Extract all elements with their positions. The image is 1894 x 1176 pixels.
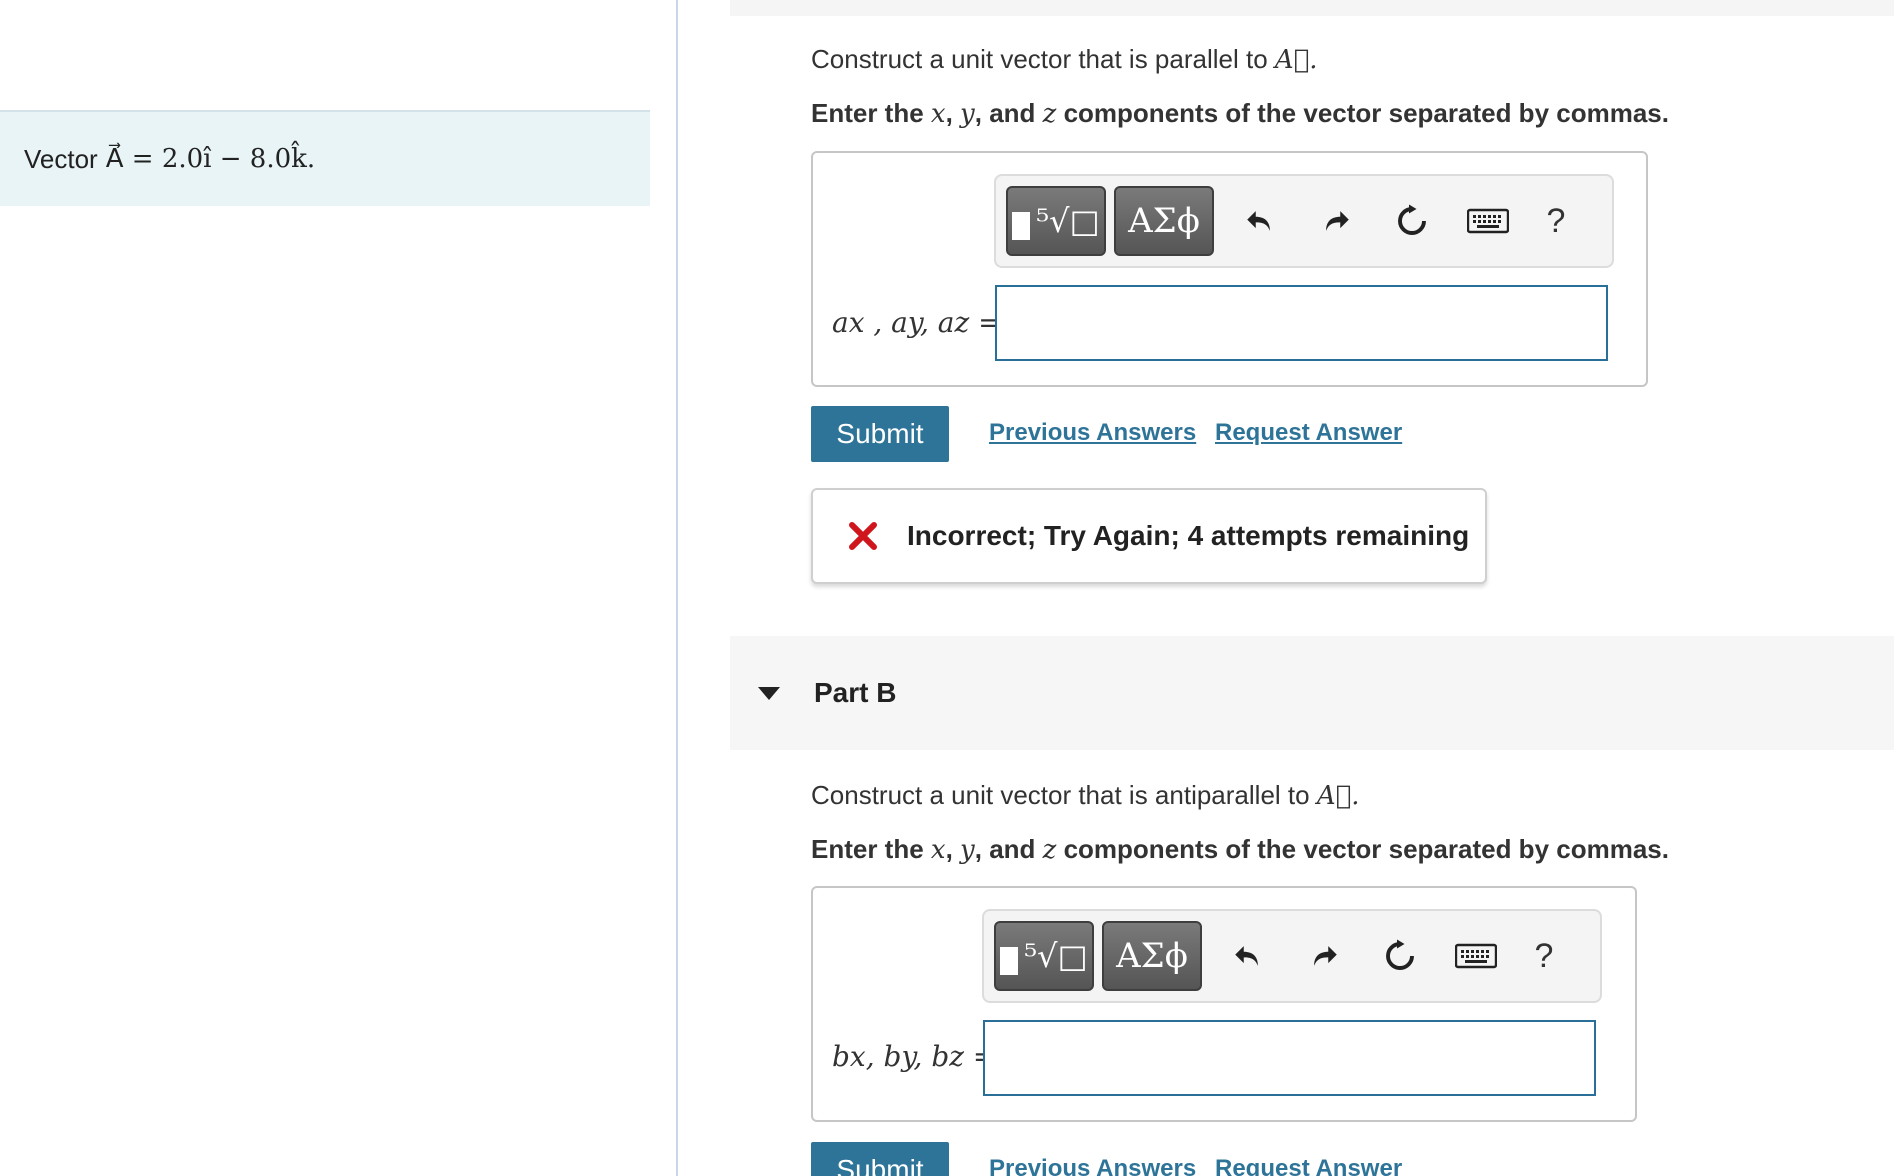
help-button[interactable]: ? bbox=[1514, 921, 1574, 991]
given-expression: A⃗ = 2.0î − 8.0k̂. bbox=[105, 144, 316, 174]
instr-and: , and bbox=[974, 98, 1043, 128]
feedback-box: Incorrect; Try Again; 4 attempts remaini… bbox=[811, 488, 1487, 584]
undo-icon[interactable] bbox=[1210, 921, 1286, 991]
instr-post: components of the vector separated by co… bbox=[1056, 98, 1669, 128]
part-b-variable-label: bx, by, bz = bbox=[832, 1040, 997, 1073]
part-a-prompt-symbol: A⃗. bbox=[1274, 45, 1318, 75]
part-a-answer-input[interactable] bbox=[995, 285, 1608, 361]
reset-icon[interactable] bbox=[1374, 186, 1450, 256]
part-b-instruction: Enter the x, y, and z components of the … bbox=[811, 834, 1669, 865]
feedback-message: Incorrect; Try Again; 4 attempts remaini… bbox=[907, 520, 1470, 551]
part-a-submit-button[interactable]: Submit bbox=[811, 406, 949, 462]
greek-symbols-button[interactable]: ΑΣϕ bbox=[1114, 186, 1214, 256]
part-a-previous-answers-link[interactable]: Previous Answers bbox=[989, 419, 1196, 447]
instr-y: y bbox=[960, 99, 975, 129]
part-b-answer-input[interactable] bbox=[983, 1020, 1596, 1096]
panel-divider bbox=[676, 0, 678, 1176]
part-b-request-answer-link[interactable]: Request Answer bbox=[1215, 1155, 1402, 1176]
help-button[interactable]: ? bbox=[1526, 186, 1586, 256]
templates-icon[interactable]: ⁵√□ bbox=[1006, 186, 1106, 256]
part-b-math-toolbar: ⁵√□ ΑΣϕ ? bbox=[982, 909, 1602, 1003]
undo-icon[interactable] bbox=[1222, 186, 1298, 256]
part-a-request-answer-link[interactable]: Request Answer bbox=[1215, 419, 1402, 447]
reset-icon[interactable] bbox=[1362, 921, 1438, 991]
part-b-prompt-symbol: A⃗. bbox=[1316, 781, 1360, 811]
greek-symbols-button[interactable]: ΑΣϕ bbox=[1102, 921, 1202, 991]
instr-post: components of the vector separated by co… bbox=[1056, 834, 1669, 864]
part-b-header[interactable]: Part B bbox=[730, 636, 1894, 750]
keyboard-icon[interactable] bbox=[1450, 186, 1526, 256]
templates-icon[interactable]: ⁵√□ bbox=[994, 921, 1094, 991]
part-a-instruction: Enter the x, y, and z components of the … bbox=[811, 98, 1669, 129]
keyboard-icon[interactable] bbox=[1438, 921, 1514, 991]
part-a-prompt-text: Construct a unit vector that is parallel… bbox=[811, 44, 1268, 74]
given-vector-box: Vector A⃗ = 2.0î − 8.0k̂. bbox=[0, 110, 650, 206]
part-b-prompt: Construct a unit vector that is antipara… bbox=[811, 780, 1359, 811]
instr-x: x bbox=[930, 835, 946, 865]
part-a-variable-label: ax , ay, az = bbox=[832, 306, 1002, 339]
part-a-math-toolbar: ⁵√□ ΑΣϕ ? bbox=[994, 174, 1614, 268]
instr-z: z bbox=[1042, 835, 1057, 865]
given-label: Vector bbox=[24, 143, 98, 174]
incorrect-icon bbox=[833, 506, 893, 566]
part-a-prompt: Construct a unit vector that is parallel… bbox=[811, 44, 1318, 75]
instr-z: z bbox=[1042, 99, 1057, 129]
instr-and: , and bbox=[974, 834, 1043, 864]
part-b-title: Part B bbox=[814, 677, 897, 708]
instr-x: x bbox=[930, 99, 946, 129]
part-b-previous-answers-link[interactable]: Previous Answers bbox=[989, 1155, 1196, 1176]
instr-pre: Enter the bbox=[811, 834, 931, 864]
collapse-triangle-icon[interactable] bbox=[758, 686, 780, 700]
part-b-prompt-text: Construct a unit vector that is antipara… bbox=[811, 780, 1310, 810]
instr-pre: Enter the bbox=[811, 98, 931, 128]
part-b-submit-button[interactable]: Submit bbox=[811, 1142, 949, 1176]
part-a-header-strip bbox=[730, 0, 1894, 16]
instr-y: y bbox=[960, 835, 975, 865]
redo-icon[interactable] bbox=[1298, 186, 1374, 256]
redo-icon[interactable] bbox=[1286, 921, 1362, 991]
